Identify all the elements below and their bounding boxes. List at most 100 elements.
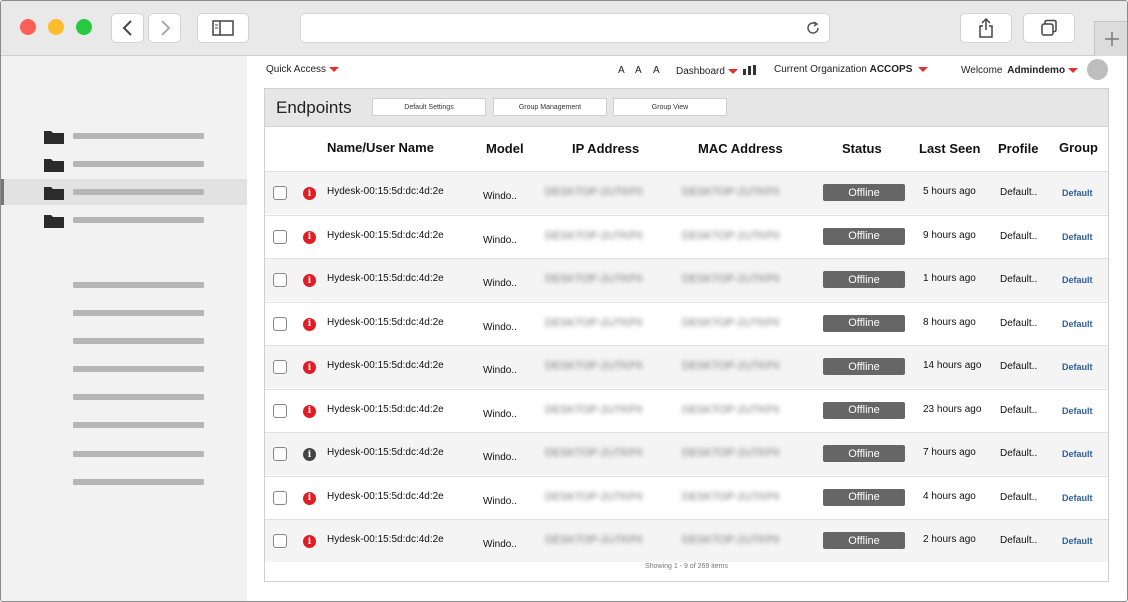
tabs-overview-button[interactable] [1023, 13, 1075, 43]
sidebar-link-6[interactable] [73, 422, 204, 428]
avatar[interactable] [1087, 59, 1108, 80]
quick-access-menu[interactable]: Quick Access [266, 64, 340, 75]
page-title: Endpoints [276, 98, 352, 117]
sidebar-item-2[interactable] [1, 151, 247, 177]
column-header-last-seen[interactable]: Last Seen [919, 141, 980, 156]
column-header-group[interactable]: Group [1059, 140, 1098, 155]
table-row[interactable]: i Hydesk-00:15:5d:dc:4d:2e Windo.. DESKTOP-… [265, 345, 1108, 388]
row-checkbox[interactable] [273, 186, 287, 200]
table-row[interactable]: i Hydesk-00:15:5d:dc:4d:2e Windo.. DESKTOP-… [265, 301, 1108, 345]
sidebar-link-4[interactable] [73, 366, 204, 372]
group-link[interactable]: Default [1062, 188, 1093, 198]
font-size-medium-button[interactable]: A [635, 65, 642, 76]
endpoint-name[interactable]: Hydesk-00:15:5d:dc:4d:2e [327, 360, 444, 371]
sidebar-link-7[interactable] [73, 451, 204, 457]
info-icon[interactable]: i [303, 230, 316, 244]
row-checkbox[interactable] [273, 490, 287, 505]
sidebar-link-2[interactable] [73, 310, 204, 316]
profile-link[interactable]: Default.. [1000, 318, 1037, 329]
share-button[interactable] [960, 13, 1012, 43]
endpoint-name[interactable]: Hydesk-00:15:5d:dc:4d:2e [327, 534, 444, 545]
address-bar[interactable] [300, 13, 830, 43]
table-row[interactable]: i Hydesk-00:15:5d:dc:4d:2e Windo.. DESKTOP-… [265, 171, 1108, 214]
column-header-name[interactable]: Name/User Name [327, 140, 434, 155]
font-size-large-button[interactable]: A [653, 65, 660, 76]
default-settings-button[interactable]: Default Settings [372, 98, 486, 116]
column-header-status[interactable]: Status [842, 141, 882, 156]
table-row[interactable]: i Hydesk-00:15:5d:dc:4d:2e Windo.. DESKTOP-… [265, 432, 1108, 475]
profile-link[interactable]: Default.. [1000, 405, 1037, 416]
group-link[interactable]: Default [1062, 406, 1093, 416]
endpoint-name[interactable]: Hydesk-00:15:5d:dc:4d:2e [327, 447, 444, 458]
close-window-button[interactable] [20, 19, 36, 35]
row-checkbox[interactable] [273, 447, 287, 461]
group-link[interactable]: Default [1062, 275, 1093, 285]
table-row[interactable]: i Hydesk-00:15:5d:dc:4d:2e Windo.. DESKTOP-… [265, 388, 1108, 432]
sidebar-item-1[interactable] [1, 123, 247, 149]
profile-link[interactable]: Default.. [1000, 274, 1037, 285]
endpoint-model: Windo.. [483, 495, 517, 507]
endpoint-name[interactable]: Hydesk-00:15:5d:dc:4d:2e [327, 230, 444, 241]
sidebar-link-8[interactable] [73, 479, 204, 485]
back-button[interactable] [111, 13, 144, 43]
dashboard-menu[interactable]: Dashboard [676, 65, 756, 77]
info-icon[interactable]: i [303, 274, 316, 287]
new-tab-button[interactable] [1094, 21, 1127, 56]
row-checkbox[interactable] [273, 316, 287, 331]
user-menu[interactable]: Welcome Admindemo [961, 65, 1079, 76]
reload-icon[interactable] [805, 20, 821, 36]
row-checkbox[interactable] [273, 403, 287, 418]
group-link[interactable]: Default [1062, 232, 1093, 242]
row-checkbox[interactable] [273, 229, 287, 244]
group-view-button[interactable]: Group View [613, 98, 727, 116]
profile-link[interactable]: Default.. [1000, 492, 1037, 503]
group-management-button[interactable]: Group Management [493, 98, 607, 116]
sidebar-item-3[interactable] [1, 179, 247, 205]
sidebar-link-5[interactable] [73, 394, 204, 400]
profile-link[interactable]: Default.. [1000, 448, 1037, 459]
profile-link[interactable]: Default.. [1000, 231, 1037, 242]
sidebar-link-1[interactable] [73, 282, 204, 288]
organization-selector[interactable]: Current Organization ACCOPS [774, 64, 929, 75]
endpoint-ip: DESKTOP-2UTKPII [545, 186, 643, 198]
table-row[interactable]: i Hydesk-00:15:5d:dc:4d:2e Windo.. DESKTOP-… [265, 475, 1108, 519]
endpoint-name[interactable]: Hydesk-00:15:5d:dc:4d:2e [327, 404, 444, 415]
info-icon[interactable]: i [303, 535, 316, 548]
info-icon[interactable]: i [303, 404, 316, 418]
column-header-profile[interactable]: Profile [998, 141, 1038, 156]
sidebar-item-4[interactable] [1, 207, 247, 233]
column-header-mac[interactable]: MAC Address [698, 141, 783, 156]
profile-link[interactable]: Default.. [1000, 187, 1037, 198]
info-icon[interactable]: i [303, 491, 316, 505]
profile-link[interactable]: Default.. [1000, 535, 1037, 546]
sidebar-toggle-button[interactable] [197, 13, 249, 43]
forward-button[interactable] [148, 13, 181, 43]
endpoint-name[interactable]: Hydesk-00:15:5d:dc:4d:2e [327, 186, 444, 197]
profile-link[interactable]: Default.. [1000, 361, 1037, 372]
font-size-small-button[interactable]: A [618, 65, 625, 76]
group-link[interactable]: Default [1062, 319, 1093, 329]
group-link[interactable]: Default [1062, 536, 1093, 546]
info-icon[interactable]: i [303, 187, 316, 200]
maximize-window-button[interactable] [76, 19, 92, 35]
column-header-ip[interactable]: IP Address [572, 141, 639, 156]
endpoint-name[interactable]: Hydesk-00:15:5d:dc:4d:2e [327, 273, 444, 284]
info-icon[interactable]: i [303, 317, 316, 331]
row-checkbox[interactable] [273, 534, 287, 548]
group-link[interactable]: Default [1062, 362, 1093, 372]
sidebar-link-3[interactable] [73, 338, 204, 344]
column-header-model[interactable]: Model [486, 141, 524, 156]
table-row[interactable]: i Hydesk-00:15:5d:dc:4d:2e Windo.. DESKTOP-… [265, 258, 1108, 301]
table-row[interactable]: i Hydesk-00:15:5d:dc:4d:2e Windo.. DESKTOP-… [265, 214, 1108, 258]
sidebar [1, 56, 247, 601]
info-icon[interactable]: i [303, 448, 316, 461]
info-icon[interactable]: i [303, 361, 316, 374]
endpoint-name[interactable]: Hydesk-00:15:5d:dc:4d:2e [327, 491, 444, 502]
row-checkbox[interactable] [273, 360, 287, 374]
minimize-window-button[interactable] [48, 19, 64, 35]
group-link[interactable]: Default [1062, 493, 1093, 503]
group-link[interactable]: Default [1062, 449, 1093, 459]
row-checkbox[interactable] [273, 273, 287, 287]
table-row[interactable]: i Hydesk-00:15:5d:dc:4d:2e Windo.. DESKTOP-… [265, 519, 1108, 562]
endpoint-name[interactable]: Hydesk-00:15:5d:dc:4d:2e [327, 317, 444, 328]
